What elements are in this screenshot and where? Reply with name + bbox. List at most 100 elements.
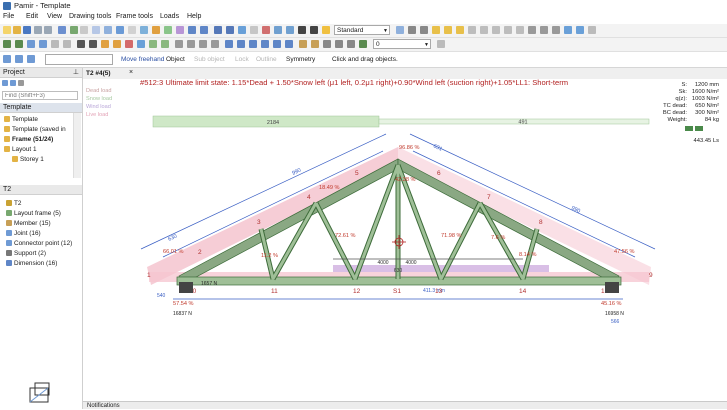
mode-label[interactable]: Move freehand xyxy=(121,56,164,63)
project-tree-icon[interactable] xyxy=(10,80,16,86)
draw-member-icon[interactable] xyxy=(3,40,11,48)
print-icon[interactable] xyxy=(58,26,66,34)
delete-icon[interactable] xyxy=(262,26,270,34)
object-item-dimension[interactable]: Dimension (16) xyxy=(6,259,57,268)
select-pointer-icon[interactable] xyxy=(214,26,222,34)
notifications-bar[interactable]: Notifications xyxy=(83,401,727,409)
polyline-icon[interactable] xyxy=(420,26,428,34)
tree-item-template-saved[interactable]: Template (saved in xyxy=(4,125,66,134)
split-icon[interactable] xyxy=(51,40,59,48)
calc-icon[interactable] xyxy=(149,40,157,48)
draw-web-icon[interactable] xyxy=(15,40,23,48)
layer-combo[interactable]: 0 ▼ xyxy=(373,39,431,49)
display-dims-icon[interactable] xyxy=(273,40,281,48)
object-item-root[interactable]: T2 xyxy=(6,199,21,208)
menu-drawing-tools[interactable]: Drawing tools xyxy=(69,13,111,20)
joint-icon[interactable] xyxy=(27,40,35,48)
pin-icon[interactable] xyxy=(89,40,97,48)
lightbulb-icon[interactable] xyxy=(322,26,330,34)
osnap-icon[interactable] xyxy=(564,26,572,34)
track-icon[interactable] xyxy=(576,26,584,34)
menu-frame-tools[interactable]: Frame tools xyxy=(116,13,153,20)
save-icon[interactable] xyxy=(23,26,31,34)
distribute-icon[interactable] xyxy=(187,40,195,48)
zoom-out-icon[interactable] xyxy=(200,26,208,34)
connector-icon[interactable] xyxy=(39,40,47,48)
tree-item-layout[interactable]: Layout 1 xyxy=(4,145,37,154)
menu-help[interactable]: Help xyxy=(187,13,201,20)
close-tab-icon[interactable]: × xyxy=(129,69,133,76)
label-icon[interactable] xyxy=(492,26,500,34)
display-joints-icon[interactable] xyxy=(237,40,245,48)
circle-icon[interactable] xyxy=(444,26,452,34)
snow-icon[interactable] xyxy=(137,40,145,48)
coordinate-input[interactable] xyxy=(45,54,113,65)
extend-icon[interactable] xyxy=(63,40,71,48)
polar-icon[interactable] xyxy=(552,26,560,34)
line-icon[interactable] xyxy=(408,26,416,34)
leader-icon[interactable] xyxy=(516,26,524,34)
redo-icon[interactable] xyxy=(44,26,52,34)
snap-icon[interactable] xyxy=(528,26,536,34)
tree-item-storey[interactable]: Storey 1 xyxy=(12,155,44,164)
project-search-input[interactable] xyxy=(2,91,78,100)
ortho-icon[interactable] xyxy=(540,26,548,34)
timber-icon[interactable] xyxy=(311,40,319,48)
frame-icon[interactable] xyxy=(70,26,78,34)
object-item-layout-frame[interactable]: Layout frame (5) xyxy=(6,209,61,218)
style-combo[interactable]: Standard ▼ xyxy=(334,25,390,35)
view-icon[interactable] xyxy=(104,26,112,34)
option-symmetry[interactable]: Symmetry xyxy=(286,56,315,63)
tab-t2[interactable]: T2 #4(5) xyxy=(86,70,111,77)
mirror-icon[interactable] xyxy=(286,26,294,34)
display-loads-icon[interactable] xyxy=(249,40,257,48)
object-item-connector[interactable]: Connector point (12) xyxy=(6,239,72,248)
open-folder-icon[interactable] xyxy=(13,26,21,34)
menu-view[interactable]: View xyxy=(47,13,62,20)
copy-icon[interactable] xyxy=(250,26,258,34)
hatch-icon[interactable] xyxy=(468,26,476,34)
project-scrollbar[interactable] xyxy=(73,113,81,178)
point-load-icon[interactable] xyxy=(113,40,121,48)
stamp-icon[interactable] xyxy=(310,26,318,34)
load-icon[interactable] xyxy=(101,40,109,48)
text-icon[interactable] xyxy=(298,26,306,34)
ungroup-icon[interactable] xyxy=(211,40,219,48)
display-labels-icon[interactable] xyxy=(285,40,293,48)
arc-icon[interactable] xyxy=(456,26,464,34)
layer-settings-icon[interactable] xyxy=(437,40,445,48)
support-icon[interactable] xyxy=(77,40,85,48)
dimension-icon[interactable] xyxy=(480,26,488,34)
brush-icon[interactable] xyxy=(335,40,343,48)
group-icon[interactable] xyxy=(199,40,207,48)
zoom-icon[interactable] xyxy=(140,26,148,34)
drawing-canvas[interactable]: #512:3 Ultimate limit state: 1.15*Dead +… xyxy=(83,78,727,401)
tree-item-template[interactable]: Template xyxy=(4,115,38,124)
new-file-icon[interactable] xyxy=(3,26,11,34)
zoom-in-icon[interactable] xyxy=(188,26,196,34)
refresh-icon[interactable] xyxy=(164,26,172,34)
menu-edit[interactable]: Edit xyxy=(26,13,38,20)
measure-icon[interactable] xyxy=(176,26,184,34)
note-icon[interactable] xyxy=(504,26,512,34)
table-icon[interactable] xyxy=(92,26,100,34)
object-item-support[interactable]: Support (2) xyxy=(6,249,46,258)
mode-select-icon[interactable] xyxy=(3,55,11,63)
rect-icon[interactable] xyxy=(432,26,440,34)
menu-loads[interactable]: Loads xyxy=(160,13,179,20)
layout-grid-icon[interactable] xyxy=(588,26,596,34)
layer-color-icon[interactable] xyxy=(359,40,367,48)
object-item-member[interactable]: Member (15) xyxy=(6,219,51,228)
check-icon[interactable] xyxy=(161,40,169,48)
move-icon[interactable] xyxy=(238,26,246,34)
wind-icon[interactable] xyxy=(125,40,133,48)
window-icon[interactable] xyxy=(116,26,124,34)
display-members-icon[interactable] xyxy=(225,40,233,48)
grid-icon[interactable] xyxy=(80,26,88,34)
mode-move-icon[interactable] xyxy=(15,55,23,63)
project-filter-icon[interactable] xyxy=(18,80,24,86)
option-object[interactable]: Object xyxy=(166,56,185,63)
option-lock[interactable]: Lock xyxy=(235,56,249,63)
object-item-joint[interactable]: Joint (16) xyxy=(6,229,41,238)
undo-icon[interactable] xyxy=(34,26,42,34)
